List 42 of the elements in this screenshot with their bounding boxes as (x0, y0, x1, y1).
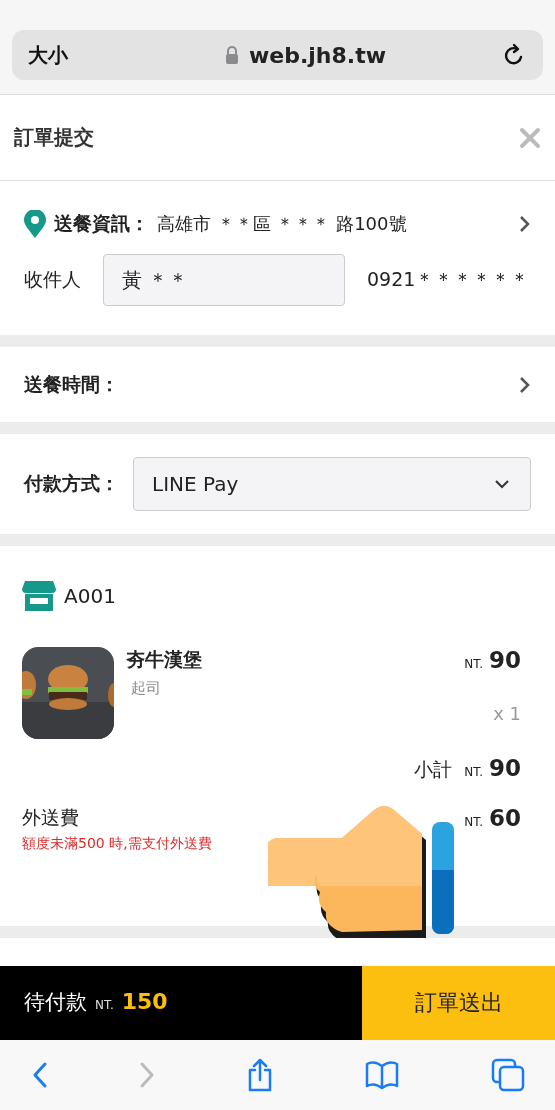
chevron-down-icon (494, 479, 510, 489)
recipient-field[interactable]: 黃 ＊＊ (103, 254, 345, 306)
url-text: web.jh8.tw (248, 42, 387, 68)
delivery-info-label: 送餐資訊： (54, 211, 149, 236)
currency-label: NT. (464, 815, 483, 829)
recipient-label: 收件人 (24, 267, 81, 292)
delivery-fee-note: 額度未滿500 時,需支付外送費 (22, 835, 212, 853)
delivery-time-row[interactable]: 送餐時間： (0, 347, 555, 422)
lock-icon (224, 46, 239, 64)
payment-method-label: 付款方式： (24, 471, 119, 496)
book-icon[interactable] (364, 1060, 401, 1090)
delivery-time-label: 送餐時間： (24, 371, 119, 397)
chevron-right-icon (519, 375, 531, 394)
currency-label: NT. (464, 657, 483, 671)
subtotal-amount: 90 (489, 755, 521, 781)
close-icon[interactable] (519, 126, 541, 149)
item-name: 夯牛漢堡 (126, 647, 203, 672)
item-option: 起司 (126, 679, 453, 698)
currency-label: NT. (464, 765, 483, 779)
item-quantity: x 1 (493, 703, 521, 724)
phone-number: 0921＊＊＊＊＊＊ (367, 267, 530, 292)
currency-label: NT. (95, 998, 114, 1012)
amount-due: 150 (121, 989, 168, 1014)
location-pin-icon (24, 210, 46, 238)
store-icon (22, 581, 56, 611)
address-text: 高雄市 ＊＊區 ＊＊＊ 路100號 (157, 212, 408, 236)
chevron-right-icon (519, 215, 531, 233)
submit-order-button[interactable]: 訂單送出 (362, 966, 555, 1040)
subtotal-label: 小計 (414, 757, 453, 782)
reload-icon[interactable] (503, 43, 525, 67)
payment-method-select[interactable]: LINE Pay (133, 457, 531, 511)
back-icon[interactable] (32, 1061, 48, 1089)
delivery-fee-amount: 60 (489, 805, 521, 831)
text-size-button[interactable]: 大小 (28, 41, 68, 69)
page-title: 訂單提交 (14, 124, 94, 151)
item-price: 90 (489, 647, 521, 673)
delivery-fee-label: 外送費 (22, 805, 80, 830)
amount-due-label: 待付款 (24, 989, 87, 1016)
tabs-icon[interactable] (491, 1058, 525, 1092)
address-bar[interactable]: 大小 web.jh8.tw (12, 30, 543, 80)
store-name: A001 (64, 584, 116, 608)
delivery-info-row[interactable]: 送餐資訊： 高雄市 ＊＊區 ＊＊＊ 路100號 (24, 210, 531, 238)
